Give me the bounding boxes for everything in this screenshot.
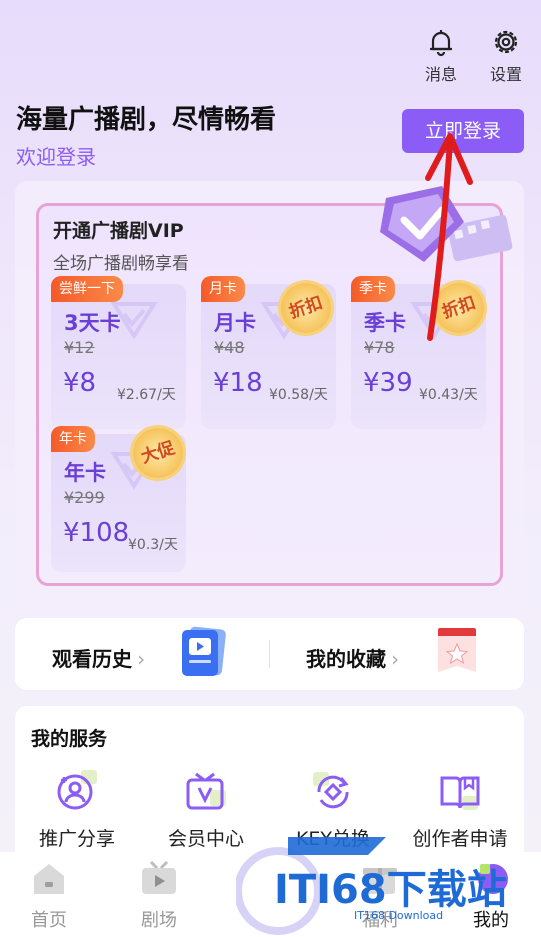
slogan-heading: 海量广播剧，尽情畅看 [16, 105, 277, 135]
plan-per-day: ¥0.3/天 [128, 537, 178, 553]
services-title: 我的服务 [31, 728, 108, 750]
theater-icon [142, 860, 176, 894]
watch-history-label: 观看历史 [52, 647, 132, 671]
favorites-button[interactable]: 我的收藏 › [306, 643, 399, 672]
plan-name: 月卡 [214, 311, 256, 335]
plan-name: 3天卡 [64, 311, 121, 335]
plan-tag: 季卡 [351, 276, 395, 302]
plan-tag: 年卡 [51, 426, 95, 452]
history-video-icon [182, 626, 226, 676]
plan-original-price: ¥78 [364, 338, 395, 357]
plan-per-day: ¥0.58/天 [269, 387, 328, 403]
plan-price: ¥108 [63, 518, 130, 548]
plan-original-price: ¥48 [214, 338, 245, 357]
vip-emblem-icon [380, 186, 513, 262]
share-person-icon [57, 770, 97, 810]
home-icon [34, 864, 64, 894]
vip-subtitle: 全场广播剧畅享看 [53, 254, 189, 274]
service-share[interactable]: 推广分享 [17, 770, 137, 851]
plan-card-3day[interactable]: 尝鲜一下 3天卡 ¥12 ¥8 ¥2.67/天 [51, 276, 186, 429]
chevron-right-icon: › [391, 647, 400, 671]
watch-history-button[interactable]: 观看历史 › [52, 643, 145, 672]
plan-price: ¥39 [363, 368, 413, 398]
plan-price: ¥8 [63, 368, 97, 398]
favorites-label: 我的收藏 [306, 647, 386, 671]
plan-tag: 月卡 [201, 276, 245, 302]
plan-name: 季卡 [364, 311, 406, 335]
chevron-right-icon: › [137, 647, 146, 671]
bell-icon [430, 30, 452, 57]
shortcut-divider [269, 640, 270, 668]
nav-home-label: 首页 [31, 910, 67, 931]
watermark-text: ITI68下载站 [274, 867, 507, 913]
messages-label: 消息 [424, 65, 457, 84]
watermark-subtext: IT168 Download [354, 909, 443, 922]
nav-theater[interactable]: 剧场 [129, 858, 189, 932]
service-share-label: 推广分享 [38, 828, 115, 850]
plan-per-day: ¥2.67/天 [117, 387, 176, 403]
login-button[interactable]: 立即登录 [402, 109, 524, 153]
settings-label: 设置 [489, 65, 522, 84]
plan-name: 年卡 [64, 461, 106, 485]
book-icon [440, 776, 480, 810]
nav-theater-label: 剧场 [141, 910, 177, 931]
site-watermark: ITI68下载站 IT168 Download [236, 837, 507, 935]
welcome-login-link[interactable]: 欢迎登录 [16, 141, 96, 170]
vip-tv-icon [186, 772, 226, 810]
vip-title: 开通广播剧VIP [53, 220, 184, 242]
messages-button[interactable]: 消息 [416, 26, 466, 85]
plan-price: ¥18 [213, 368, 263, 398]
nav-home[interactable]: 首页 [19, 858, 79, 932]
gear-icon [494, 30, 518, 54]
plan-original-price: ¥12 [64, 338, 95, 357]
settings-button[interactable]: 设置 [481, 26, 531, 85]
favorites-star-icon [438, 628, 476, 672]
key-exchange-icon [313, 772, 349, 809]
plan-original-price: ¥299 [64, 488, 105, 507]
plan-tag: 尝鲜一下 [51, 276, 123, 302]
plan-per-day: ¥0.43/天 [419, 387, 478, 403]
